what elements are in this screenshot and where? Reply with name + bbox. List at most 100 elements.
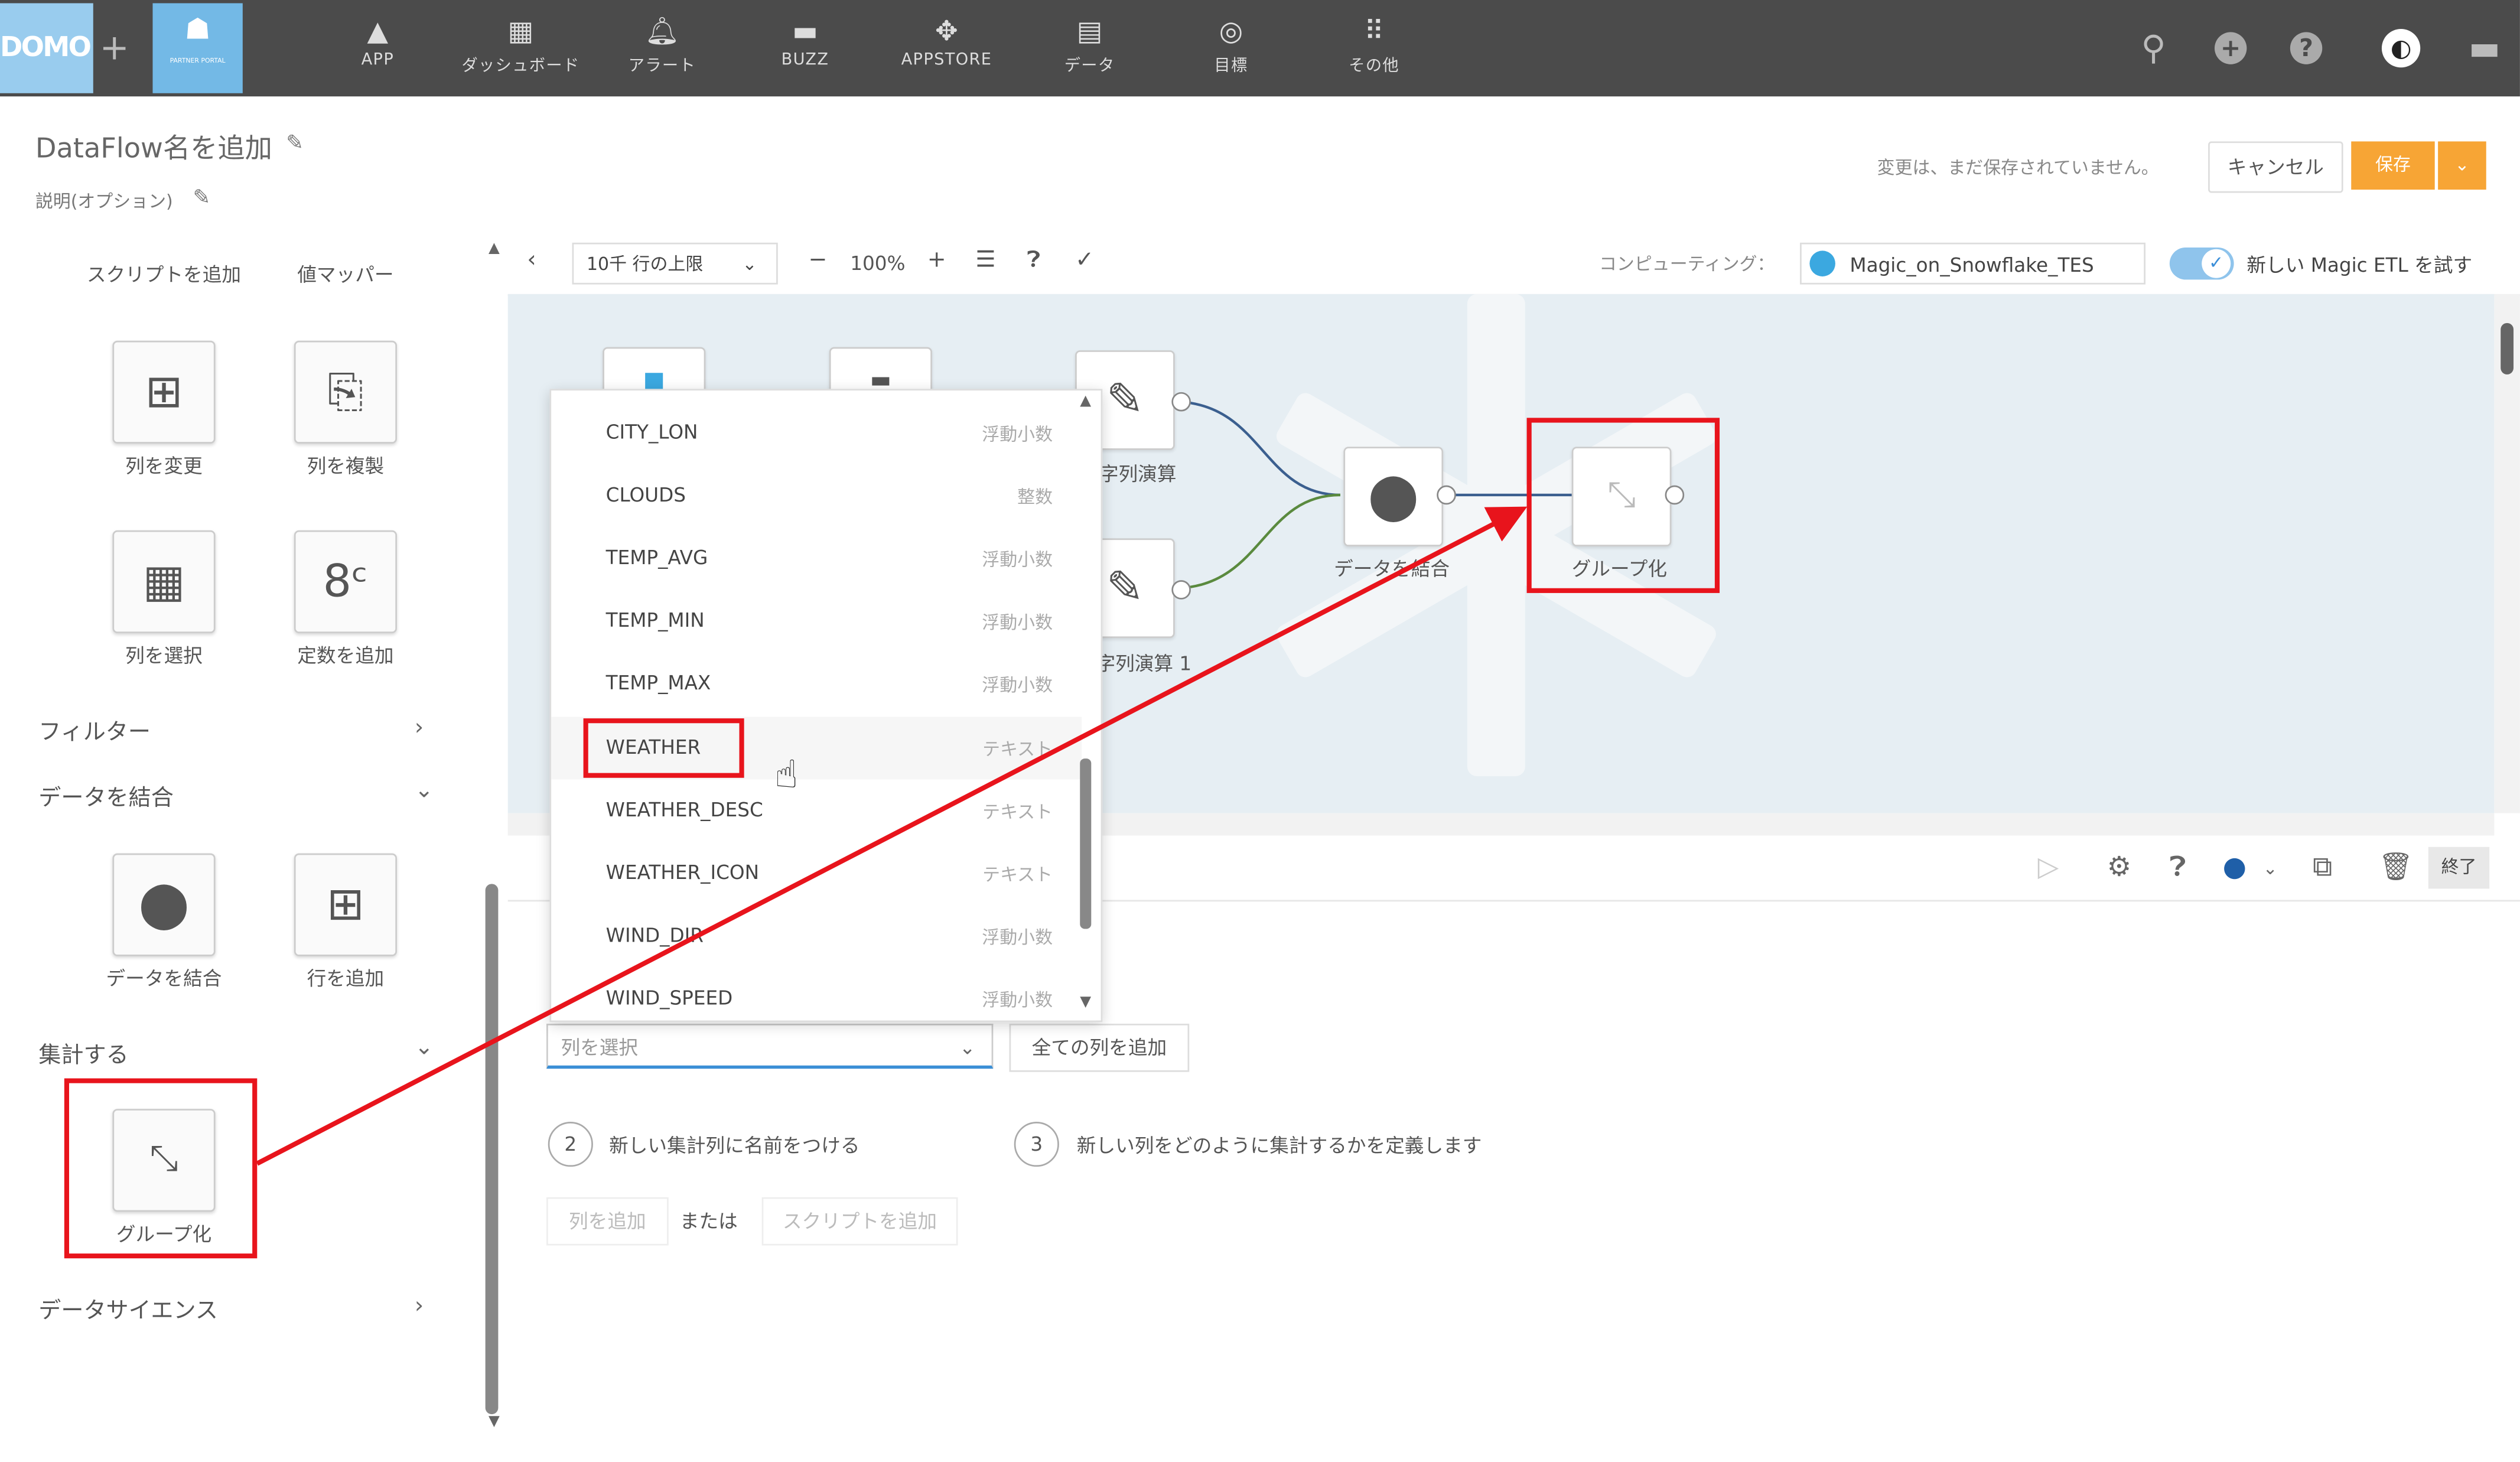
nav-label: APP <box>361 51 395 69</box>
tile-label-add-script[interactable]: スクリプトを追加 <box>76 261 252 288</box>
section-filter[interactable]: フィルター <box>38 715 151 747</box>
list-item[interactable]: TEMP_MAX 浮動小数 <box>551 653 1082 715</box>
list-item[interactable]: WIND_SPEED 浮動小数 <box>551 968 1082 1021</box>
save-button[interactable]: 保存 <box>2351 141 2435 190</box>
section-data-science[interactable]: データサイエンス <box>38 1294 218 1326</box>
collapse-sidebar-chevron-icon[interactable]: ‹ <box>527 248 536 273</box>
list-item[interactable]: CITY_LON 浮動小数 <box>551 402 1082 464</box>
help-icon[interactable]: ❓︎ <box>2170 852 2186 884</box>
nav-buzz[interactable]: ▬ BUZZ <box>736 13 874 69</box>
validate-check-icon[interactable]: ✓ <box>1075 248 1094 273</box>
gear-icon[interactable]: ⚙ <box>2107 852 2131 884</box>
column-type: 浮動小数 <box>982 927 1053 949</box>
add-script-button[interactable]: スクリプトを追加 <box>761 1197 958 1246</box>
sidebar-scroll-up-icon[interactable]: ▲ <box>489 241 500 257</box>
save-dropdown-chevron-icon[interactable]: ⌄ <box>2438 141 2486 190</box>
nav-data[interactable]: ▤ データ <box>1021 13 1159 76</box>
zoom-out-icon[interactable]: − <box>808 248 827 273</box>
canvas-scroll-thumb[interactable] <box>2501 323 2514 375</box>
chevron-right-icon[interactable]: › <box>415 715 424 741</box>
chevron-down-icon[interactable]: ⌄ <box>415 778 434 804</box>
nav-more[interactable]: ⠿ その他 <box>1305 13 1443 76</box>
edit-title-pencil-icon[interactable]: ✎ <box>286 132 304 156</box>
grid-icon: ⠿ <box>1364 16 1385 48</box>
tile-label-value-mapper[interactable]: 値マッパー <box>257 261 434 288</box>
sidebar-scrollbar[interactable] <box>485 884 499 1415</box>
or-label: または <box>679 1210 738 1233</box>
duplicate-column-tile-icon[interactable]: ⎘ <box>294 340 397 444</box>
tile-label-join-data: データを結合 <box>106 967 222 990</box>
canvas-vertical-scrollbar[interactable] <box>2494 294 2520 813</box>
unsaved-status: 変更は、まだ保存されていません。 <box>1877 157 2159 178</box>
dataflow-description[interactable]: 説明(オプション) <box>35 188 173 214</box>
output-port[interactable] <box>1171 392 1191 412</box>
nav-goals[interactable]: ◎ 目標 <box>1162 13 1300 76</box>
row-limit-select[interactable]: 10千 行の上限 ⌄ <box>572 242 778 285</box>
edge-calc2-join <box>1179 493 1340 590</box>
tile-label-select-columns: 列を選択 <box>125 644 203 667</box>
tile-label-duplicate-column: 列を複製 <box>307 454 385 478</box>
help-icon[interactable]: ? <box>2290 32 2323 64</box>
avatar[interactable]: ◐ <box>2381 28 2421 68</box>
join-node-label: データを結合 <box>1334 558 1450 581</box>
list-item[interactable]: WEATHER_DESC テキスト <box>551 779 1082 842</box>
chat-bubble-icon[interactable]: ▬ <box>2459 22 2511 74</box>
auto-layout-icon[interactable]: ☰ <box>975 248 995 273</box>
computing-select[interactable]: Magic_on_Snowflake_TES <box>1800 242 2146 285</box>
list-item[interactable]: TEMP_MIN 浮動小数 <box>551 590 1082 652</box>
chevron-down-icon: ⌄ <box>742 253 757 275</box>
add-column-button[interactable]: 列を追加 <box>546 1197 669 1246</box>
append-rows-tile-icon[interactable]: ⊞ <box>294 853 397 956</box>
cancel-button[interactable]: キャンセル <box>2208 141 2343 193</box>
edit-description-pencil-icon[interactable]: ✎ <box>193 187 210 211</box>
output-port[interactable] <box>1171 580 1191 600</box>
run-preview-icon[interactable]: ▷ <box>2038 852 2059 884</box>
toggle-check-icon: ✓ <box>2202 249 2231 278</box>
rocket-icon: ▲ <box>367 16 389 48</box>
end-button[interactable]: 終了 <box>2428 846 2490 889</box>
color-picker-icon[interactable]: ● <box>2223 852 2246 884</box>
join-node-icon[interactable]: ⬤ <box>1343 447 1444 547</box>
add-circle-icon[interactable]: + <box>2214 32 2247 64</box>
nav-label: ダッシュボード <box>461 57 580 76</box>
search-icon[interactable]: ⚲ <box>2128 22 2179 74</box>
add-all-columns-button[interactable]: 全ての列を追加 <box>1009 1024 1190 1072</box>
snowflake-icon <box>1809 250 1835 276</box>
partner-portal-button[interactable]: ☗ PARTNER PORTAL <box>152 3 243 93</box>
nav-alert[interactable]: 🔔︎ アラート <box>593 13 731 76</box>
list-item[interactable]: WEATHER_ICON テキスト <box>551 842 1082 905</box>
trash-icon[interactable]: 🗑︎ <box>2378 852 2413 884</box>
dropdown-scroll-down-icon[interactable]: ▼ <box>1080 995 1091 1011</box>
nav-dashboard[interactable]: ▦ ダッシュボード <box>451 13 590 76</box>
alter-columns-tile-icon[interactable]: ⊞ <box>112 340 216 444</box>
chevron-right-icon[interactable]: › <box>415 1294 424 1320</box>
new-magic-etl-toggle[interactable]: ✓ <box>2169 247 2234 280</box>
list-item[interactable]: CLOUDS 整数 <box>551 464 1082 527</box>
column-select-input[interactable]: 列を選択 ⌄ <box>546 1024 994 1069</box>
database-icon: ▤ <box>1076 16 1103 48</box>
dataflow-title[interactable]: DataFlow名を追加 <box>35 125 272 165</box>
chevron-down-icon[interactable]: ⌄ <box>2263 858 2278 879</box>
nav-appstore[interactable]: ✥ APPSTORE <box>877 13 1015 69</box>
list-item[interactable]: WIND_DIR 浮動小数 <box>551 905 1082 968</box>
list-item[interactable]: TEMP_AVG 浮動小数 <box>551 527 1082 590</box>
zoom-in-icon[interactable]: + <box>927 248 946 273</box>
duplicate-icon[interactable]: ⧉ <box>2313 852 2332 884</box>
output-port[interactable] <box>1437 485 1456 505</box>
add-constants-tile-icon[interactable]: 8ᶜ <box>294 530 397 633</box>
dropdown-scrollbar[interactable] <box>1080 758 1092 929</box>
column-name: WEATHER_ICON <box>605 861 760 884</box>
column-dropdown-list[interactable]: CITY_LON 浮動小数 CLOUDS 整数 TEMP_AVG 浮動小数 TEMP_… <box>549 389 1103 1023</box>
sidebar-scroll-down-icon[interactable]: ▼ <box>489 1414 500 1430</box>
help-circle-icon[interactable]: ❓︎ <box>1027 248 1040 273</box>
domo-logo[interactable]: DOMO <box>0 3 93 93</box>
chevron-down-icon: ⌄ <box>959 1036 976 1059</box>
join-data-tile-icon[interactable]: ⬤ <box>112 853 216 956</box>
dropdown-scroll-up-icon[interactable]: ▲ <box>1080 394 1091 410</box>
nav-app[interactable]: ▲ APP <box>308 13 447 69</box>
section-aggregate[interactable]: 集計する <box>38 1038 128 1070</box>
chevron-down-icon[interactable]: ⌄ <box>415 1035 434 1061</box>
plus-icon[interactable]: + <box>100 29 129 69</box>
section-join-data[interactable]: データを結合 <box>38 781 174 813</box>
select-columns-tile-icon[interactable]: ▦ <box>112 530 216 633</box>
